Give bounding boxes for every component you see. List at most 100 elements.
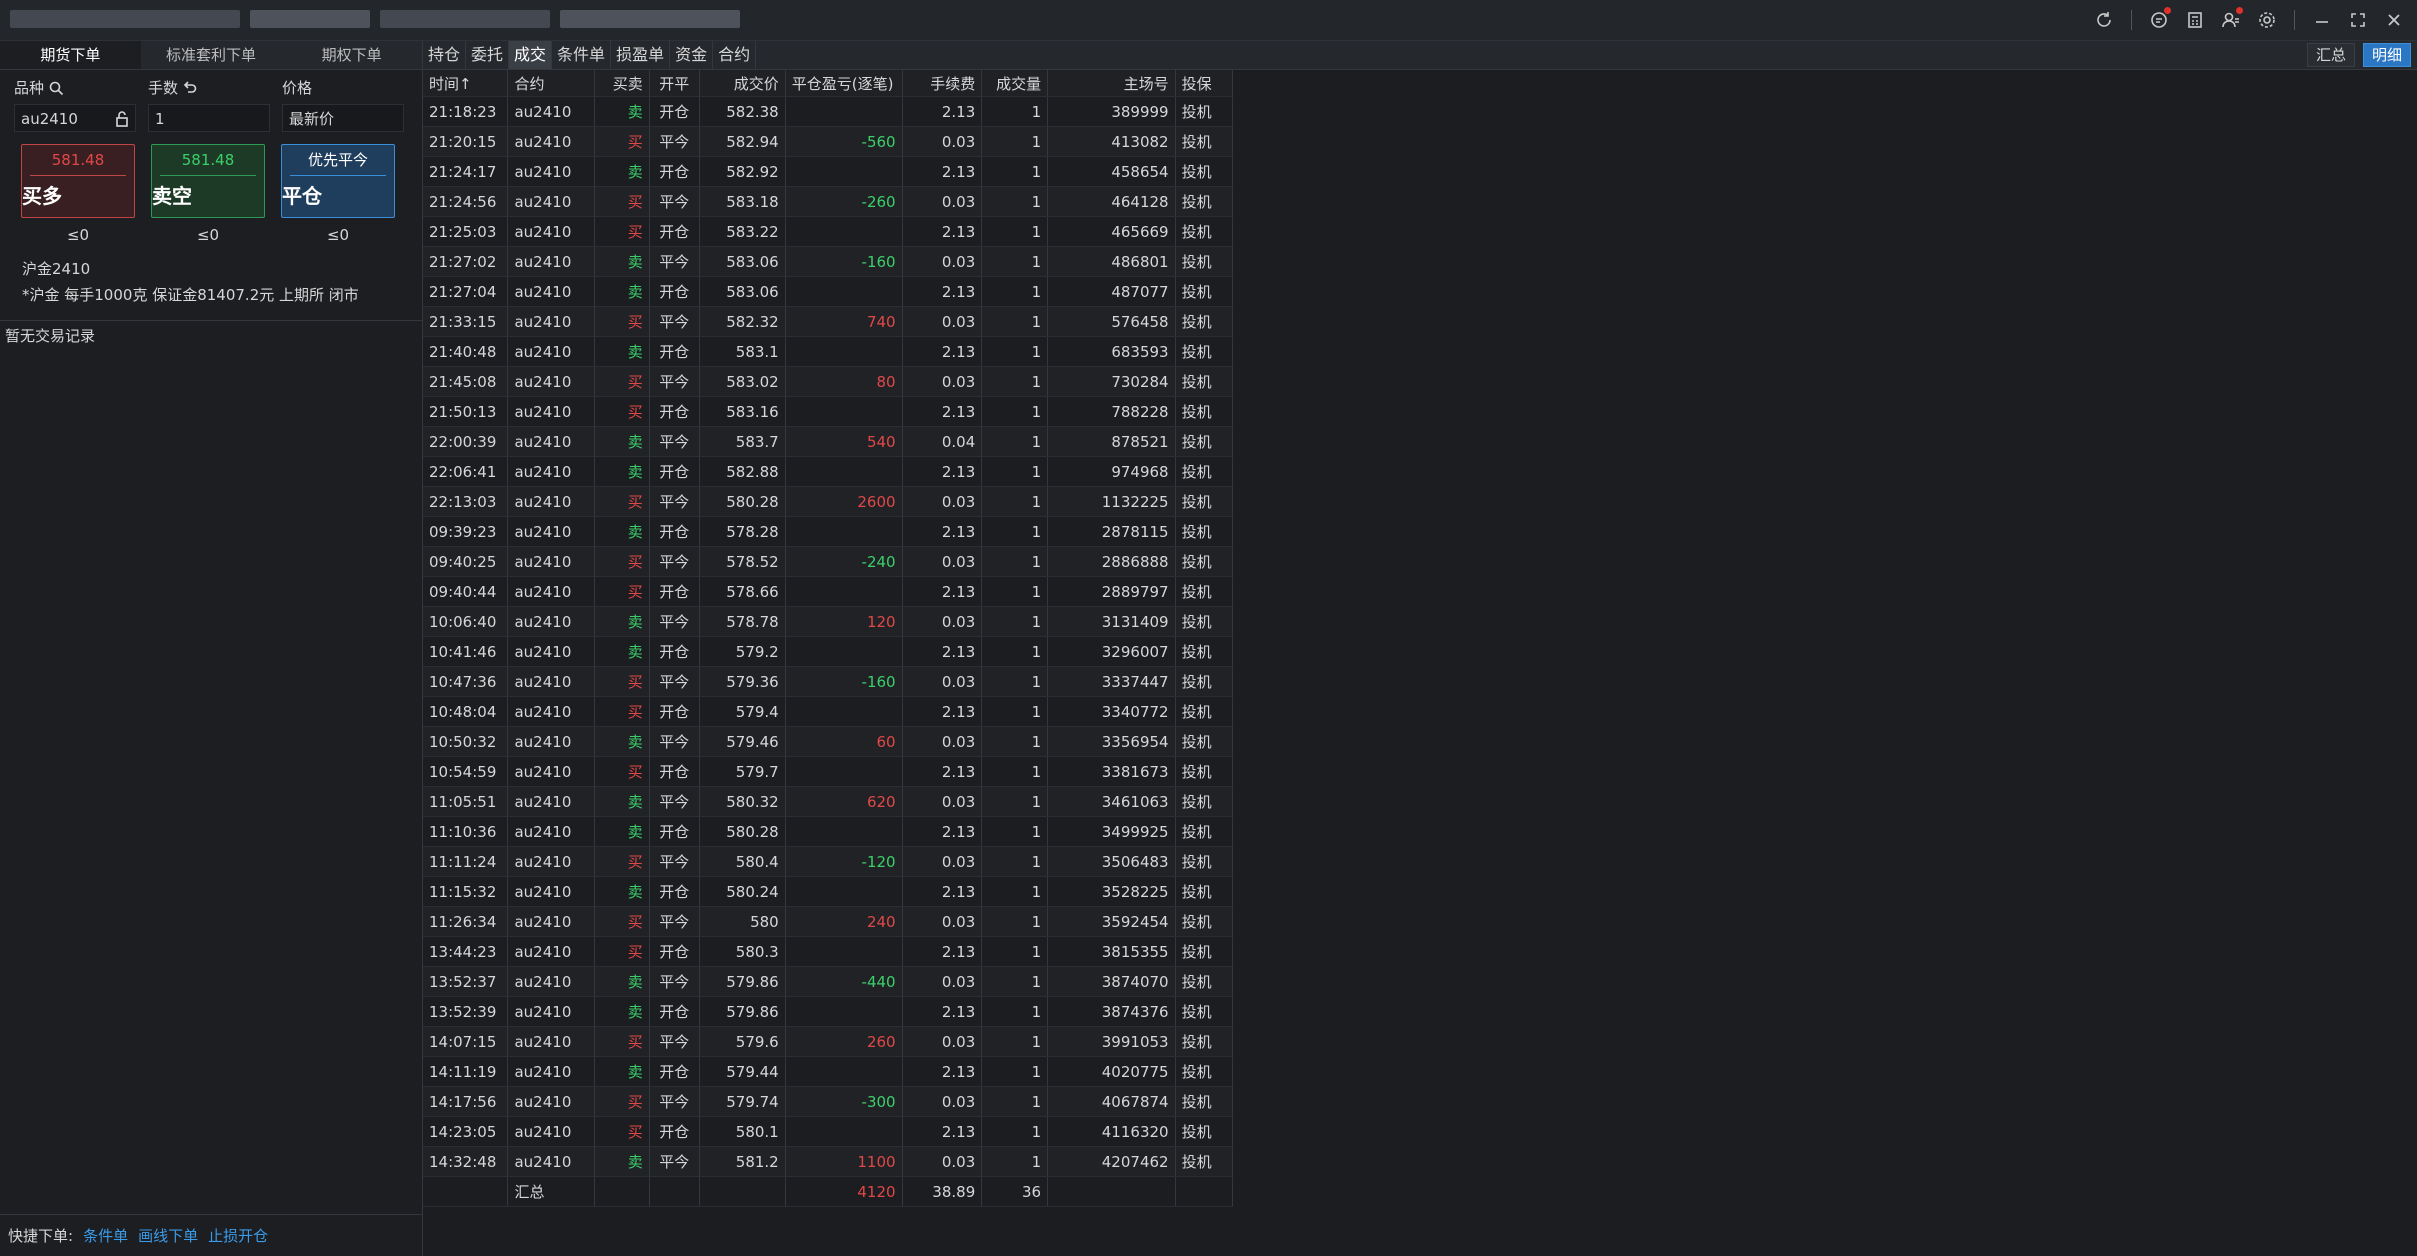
table-row[interactable]: 10:41:46 au2410 卖开仓 579.2 2.13 1 3296007 投机 xyxy=(423,636,1234,667)
message-icon[interactable] xyxy=(2144,5,2174,35)
tab-trades[interactable]: 成交 xyxy=(509,41,553,69)
table-row[interactable]: 13:44:23 au2410 买开仓 580.3 2.13 1 3815355 投机 xyxy=(423,936,1234,967)
cell-volume: 1 xyxy=(981,666,1049,697)
tab-futures-order[interactable]: 期货下单 xyxy=(0,41,141,69)
table-row[interactable]: 22:06:41 au2410 卖开仓 582.88 2.13 1 974968 投机 xyxy=(423,456,1234,487)
table-row[interactable]: 21:24:17 au2410 卖开仓 582.92 2.13 1 458654 投机 xyxy=(423,156,1234,187)
cell-open-close: 平今 xyxy=(649,546,700,577)
tab-spread-order[interactable]: 标准套利下单 xyxy=(141,41,282,69)
table-row[interactable]: 21:20:15 au2410 买平今 582.94 -560 0.03 1 413082 投机 xyxy=(423,126,1234,157)
price-type-select[interactable]: 最新价 xyxy=(282,104,404,132)
cell-pnl xyxy=(785,816,903,847)
table-row[interactable]: 21:40:48 au2410 卖开仓 583.1 2.13 1 683593 投机 xyxy=(423,336,1234,367)
table-row[interactable]: 09:39:23 au2410 卖开仓 578.28 2.13 1 2878115 投机 xyxy=(423,516,1234,547)
sell-short-button[interactable]: 581.48 卖空 xyxy=(151,144,265,218)
table-row[interactable]: 11:10:36 au2410 卖开仓 580.28 2.13 1 3499925 投机 xyxy=(423,816,1234,847)
table-row[interactable]: 11:26:34 au2410 买平今 580 240 0.03 1 3592454 投机 xyxy=(423,906,1234,937)
tab-positions[interactable]: 持仓 xyxy=(423,41,467,69)
search-icon[interactable] xyxy=(48,80,64,96)
col-price[interactable]: 成交价 xyxy=(699,70,786,97)
tab-funds[interactable]: 资金 xyxy=(670,41,714,69)
close-position-button[interactable]: 优先平今 平仓 xyxy=(281,144,395,218)
table-row[interactable]: 10:50:32 au2410 卖平今 579.46 60 0.03 1 3356954 投机 xyxy=(423,726,1234,757)
table-row[interactable]: 21:45:08 au2410 买平今 583.02 80 0.03 1 730284 投机 xyxy=(423,366,1234,397)
cell-side: 买 xyxy=(594,1086,650,1117)
table-row[interactable]: 13:52:37 au2410 卖平今 579.86 -440 0.03 1 3874070 投… xyxy=(423,966,1234,997)
symbol-input[interactable]: au2410 xyxy=(14,104,136,132)
table-row[interactable]: 22:13:03 au2410 买平今 580.28 2600 0.03 1 1132225 投… xyxy=(423,486,1234,517)
cell-time: 21:24:56 xyxy=(423,186,509,217)
reset-icon[interactable] xyxy=(182,80,198,96)
cell-contract: au2410 xyxy=(507,306,595,337)
minimize-icon[interactable] xyxy=(2307,5,2337,35)
table-row[interactable]: 11:11:24 au2410 买平今 580.4 -120 0.03 1 3506483 投机 xyxy=(423,846,1234,877)
table-row[interactable]: 14:07:15 au2410 买平今 579.6 260 0.03 1 3991053 投机 xyxy=(423,1026,1234,1057)
calculator-icon[interactable] xyxy=(2180,5,2210,35)
cell-price: 579.86 xyxy=(699,996,786,1027)
col-fee[interactable]: 手续费 xyxy=(902,70,983,97)
table-row[interactable]: 14:11:19 au2410 卖开仓 579.44 2.13 1 4020775 投机 xyxy=(423,1056,1234,1087)
user-icon[interactable] xyxy=(2216,5,2246,35)
col-open-close[interactable]: 开平 xyxy=(649,70,700,97)
table-row[interactable]: 22:00:39 au2410 卖平今 583.7 540 0.04 1 878521 投机 xyxy=(423,426,1234,457)
table-row[interactable]: 10:06:40 au2410 卖平今 578.78 120 0.03 1 3131409 投机 xyxy=(423,606,1234,637)
col-hedge[interactable]: 投保 xyxy=(1175,70,1234,97)
table-row[interactable]: 21:50:13 au2410 买开仓 583.16 2.13 1 788228 投机 xyxy=(423,396,1234,427)
stop-open-link[interactable]: 止损开仓 xyxy=(208,1225,268,1246)
cell-fee: 2.13 xyxy=(902,96,983,127)
col-side[interactable]: 买卖 xyxy=(594,70,650,97)
close-icon[interactable] xyxy=(2379,5,2409,35)
table-row[interactable]: 10:54:59 au2410 买开仓 579.7 2.13 1 3381673 投机 xyxy=(423,756,1234,787)
table-row[interactable]: 11:15:32 au2410 卖开仓 580.24 2.13 1 3528225 投机 xyxy=(423,876,1234,907)
tab-orders[interactable]: 委托 xyxy=(466,41,510,69)
col-exchange-id[interactable]: 主场号 xyxy=(1047,70,1176,97)
maximize-icon[interactable] xyxy=(2343,5,2373,35)
table-row[interactable]: 10:48:04 au2410 买开仓 579.4 2.13 1 3340772 投机 xyxy=(423,696,1234,727)
col-volume[interactable]: 成交量 xyxy=(981,70,1049,97)
cell-price: 579.86 xyxy=(699,966,786,997)
table-row[interactable]: 11:05:51 au2410 卖平今 580.32 620 0.03 1 3461063 投机 xyxy=(423,786,1234,817)
table-row[interactable]: 21:33:15 au2410 买平今 582.32 740 0.03 1 576458 投机 xyxy=(423,306,1234,337)
table-row[interactable]: 21:25:03 au2410 买开仓 583.22 2.13 1 465669 投机 xyxy=(423,216,1234,247)
table-row[interactable]: 14:23:05 au2410 买开仓 580.1 2.13 1 4116320 投机 xyxy=(423,1116,1234,1147)
table-row[interactable]: 21:27:04 au2410 卖开仓 583.06 2.13 1 487077 投机 xyxy=(423,276,1234,307)
tab-stop-profit[interactable]: 损盈单 xyxy=(611,41,671,69)
contract-name: 沪金2410 xyxy=(22,260,91,278)
tab-conditional[interactable]: 条件单 xyxy=(552,41,612,69)
table-row[interactable]: 21:18:23 au2410 卖开仓 582.38 2.13 1 389999 投机 xyxy=(423,96,1234,127)
tab-contracts[interactable]: 合约 xyxy=(713,41,757,69)
conditional-order-link[interactable]: 条件单 xyxy=(83,1225,128,1246)
table-row[interactable]: 09:40:44 au2410 买开仓 578.66 2.13 1 2889797 投机 xyxy=(423,576,1234,607)
table-row[interactable]: 09:40:25 au2410 买平今 578.52 -240 0.03 1 2886888 投… xyxy=(423,546,1234,577)
cell-side: 买 xyxy=(594,366,650,397)
cell-price: 580.4 xyxy=(699,846,786,877)
cell-fee: 0.03 xyxy=(902,126,983,157)
table-row[interactable]: 14:17:56 au2410 买平今 579.74 -300 0.03 1 4067874 投… xyxy=(423,1086,1234,1117)
cell-side: 卖 xyxy=(594,726,650,757)
table-row[interactable]: 14:32:48 au2410 卖平今 581.2 1100 0.03 1 4207462 投机 xyxy=(423,1146,1234,1177)
cell-exchange-id: 465669 xyxy=(1047,216,1176,247)
table-row[interactable]: 21:27:02 au2410 卖平今 583.06 -160 0.03 1 486801 投机 xyxy=(423,246,1234,277)
cell-exchange-id: 683593 xyxy=(1047,336,1176,367)
cell-hedge: 投机 xyxy=(1175,966,1234,997)
cell-side: 买 xyxy=(594,546,650,577)
unlock-icon[interactable] xyxy=(115,111,129,127)
cell-exchange-id: 788228 xyxy=(1047,396,1176,427)
table-row[interactable]: 13:52:39 au2410 卖开仓 579.86 2.13 1 3874376 投机 xyxy=(423,996,1234,1027)
table-row[interactable]: 10:47:36 au2410 买平今 579.36 -160 0.03 1 3337447 投… xyxy=(423,666,1234,697)
buy-long-button[interactable]: 581.48 买多 xyxy=(21,144,135,218)
lots-input[interactable]: 1 xyxy=(148,104,270,132)
col-pnl[interactable]: 平仓盈亏(逐笔) xyxy=(785,70,903,97)
refresh-icon[interactable] xyxy=(2089,5,2119,35)
settings-icon[interactable] xyxy=(2252,5,2282,35)
col-contract[interactable]: 合约 xyxy=(507,70,595,97)
cell-exchange-id: 3991053 xyxy=(1047,1026,1176,1057)
col-time[interactable]: 时间↑ xyxy=(423,70,509,97)
tab-options-order[interactable]: 期权下单 xyxy=(281,41,422,69)
detail-view-button[interactable]: 明细 xyxy=(2362,43,2411,67)
cell-price: 579.36 xyxy=(699,666,786,697)
summary-view-button[interactable]: 汇总 xyxy=(2306,43,2355,67)
line-order-link[interactable]: 画线下单 xyxy=(138,1225,198,1246)
cell-contract: au2410 xyxy=(507,576,595,607)
table-row[interactable]: 21:24:56 au2410 买平今 583.18 -260 0.03 1 464128 投机 xyxy=(423,186,1234,217)
